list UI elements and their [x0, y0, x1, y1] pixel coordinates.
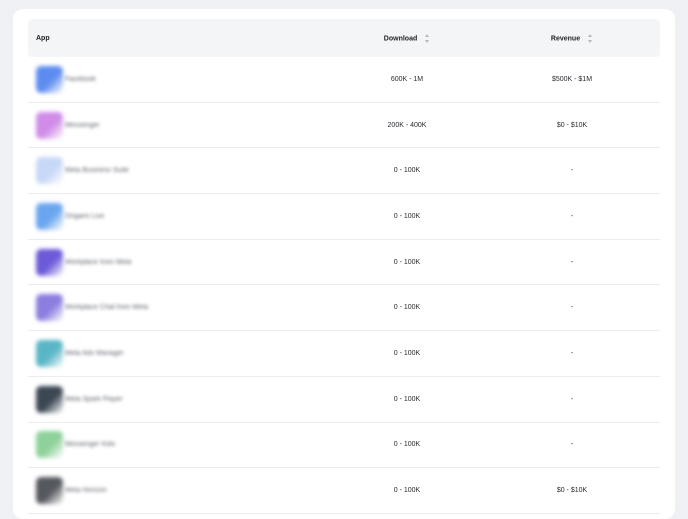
download-cell: 0 - 100K: [393, 349, 421, 357]
download-cell: 600K - 1M: [390, 75, 424, 83]
column-header-revenue-label: Revenue: [550, 34, 581, 42]
app-name[interactable]: Origami Live: [65, 213, 104, 220]
sort-icon[interactable]: [425, 33, 430, 43]
revenue-cell: -: [570, 395, 574, 403]
table-header: App Download Revenue: [28, 19, 660, 57]
app-cell[interactable]: Origami Live: [28, 202, 330, 230]
app-name[interactable]: Meta Horizon: [65, 487, 107, 494]
app-icon[interactable]: [36, 431, 63, 459]
app-cell[interactable]: Messenger Kids: [28, 431, 330, 459]
app-name[interactable]: Meta Business Suite: [65, 167, 129, 174]
table-row[interactable]: Meta Spark Player 0 - 100K -: [28, 377, 660, 423]
app-cell[interactable]: Workplace from Meta: [28, 248, 330, 276]
download-cell: 0 - 100K: [393, 167, 421, 175]
app-cell[interactable]: Meta Ads Manager: [28, 339, 330, 367]
app-icon[interactable]: [36, 111, 63, 139]
table-row[interactable]: Meta Ads Manager 0 - 100K -: [28, 331, 660, 377]
table-row[interactable]: Meta Horizon 0 - 100K $0 - $10K: [28, 468, 660, 514]
revenue-cell: -: [570, 167, 574, 175]
download-cell: 0 - 100K: [393, 487, 421, 495]
app-icon[interactable]: [36, 477, 63, 505]
download-cell: 0 - 100K: [393, 441, 421, 449]
revenue-cell: -: [570, 349, 574, 357]
app-cell[interactable]: Workplace Chat from Meta: [28, 294, 330, 322]
download-cell: 0 - 100K: [393, 304, 421, 312]
app-icon[interactable]: [36, 202, 63, 230]
app-name[interactable]: Messenger Kids: [65, 441, 115, 448]
column-header-download[interactable]: Download: [330, 33, 484, 43]
revenue-cell: $0 - $10K: [556, 487, 588, 495]
column-header-revenue[interactable]: Revenue: [484, 33, 660, 43]
sort-icon[interactable]: [588, 33, 593, 43]
revenue-cell: $500K - $1M: [551, 75, 593, 83]
table-row[interactable]: Facebook 600K - 1M $500K - $1M: [28, 57, 660, 103]
app-name[interactable]: Workplace Chat from Meta: [65, 304, 148, 311]
revenue-cell: -: [570, 212, 574, 220]
app-icon[interactable]: [36, 294, 63, 322]
app-cell[interactable]: Meta Spark Player: [28, 385, 330, 413]
app-cell[interactable]: Meta Horizon: [28, 477, 330, 505]
revenue-cell: -: [570, 304, 574, 312]
app-name[interactable]: Workplace from Meta: [65, 259, 131, 266]
revenue-cell: $0 - $10K: [556, 121, 588, 129]
table-row[interactable]: Messenger 200K - 400K $0 - $10K: [28, 103, 660, 149]
app-icon[interactable]: [36, 339, 63, 367]
download-cell: 0 - 100K: [393, 395, 421, 403]
app-cell[interactable]: Facebook: [28, 65, 330, 93]
table-row[interactable]: Workplace Chat from Meta 0 - 100K -: [28, 285, 660, 332]
app-icon[interactable]: [36, 248, 63, 276]
revenue-cell: -: [570, 258, 574, 266]
app-name[interactable]: Messenger: [65, 122, 100, 129]
table-row[interactable]: Meta Business Suite 0 - 100K -: [28, 148, 660, 195]
app-icon[interactable]: [36, 157, 63, 185]
table-body: Facebook 600K - 1M $500K - $1M Messenger 200…: [28, 57, 660, 514]
download-cell: 0 - 100K: [393, 258, 421, 266]
app-table: App Download Revenue Facebook 600K - 1M $5…: [28, 19, 660, 514]
app-icon[interactable]: [36, 385, 63, 413]
app-cell[interactable]: Messenger: [28, 111, 330, 139]
column-header-download-label: Download: [383, 34, 418, 42]
revenue-cell: -: [570, 441, 574, 449]
app-name[interactable]: Meta Spark Player: [65, 396, 123, 403]
app-icon[interactable]: [36, 65, 63, 93]
download-cell: 0 - 100K: [393, 212, 421, 220]
app-name[interactable]: Meta Ads Manager: [65, 350, 124, 357]
download-cell: 200K - 400K: [387, 121, 427, 129]
app-name[interactable]: Facebook: [65, 76, 96, 83]
table-row[interactable]: Origami Live 0 - 100K -: [28, 194, 660, 240]
app-cell[interactable]: Meta Business Suite: [28, 157, 330, 185]
table-row[interactable]: Messenger Kids 0 - 100K -: [28, 423, 660, 469]
column-header-app: App: [36, 34, 50, 42]
app-table-card: App Download Revenue Facebook 600K - 1M $5…: [13, 9, 675, 519]
table-row[interactable]: Workplace from Meta 0 - 100K -: [28, 240, 660, 286]
